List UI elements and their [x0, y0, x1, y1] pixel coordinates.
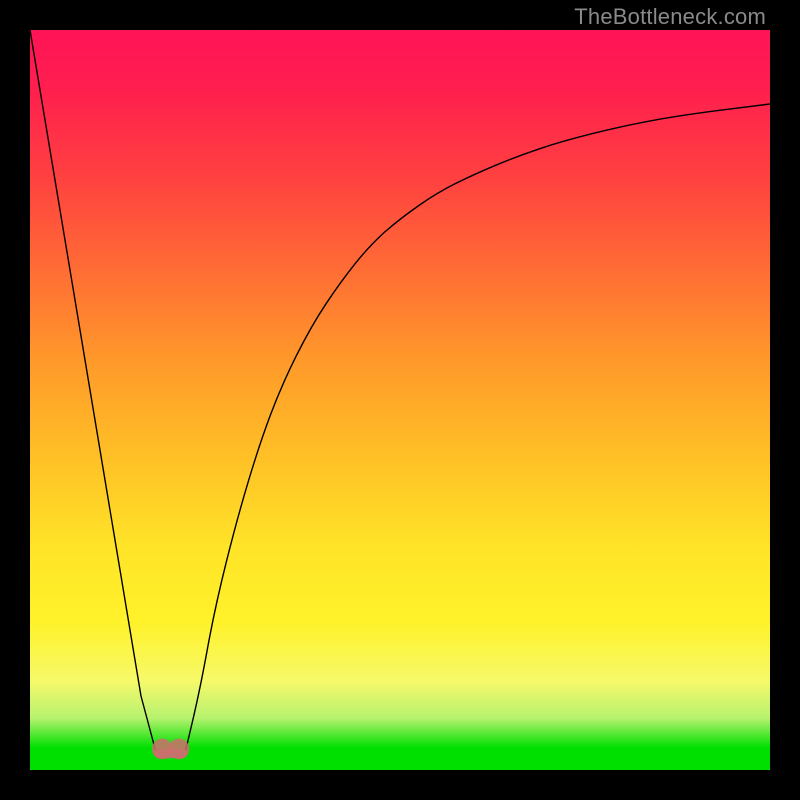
- plot-area: [30, 30, 770, 770]
- curve-left-branch: [30, 30, 156, 752]
- chart-frame: TheBottleneck.com: [0, 0, 800, 800]
- curve-right-branch: [185, 104, 770, 752]
- min-marker: [152, 739, 189, 760]
- curve-svg: [30, 30, 770, 770]
- watermark-text: TheBottleneck.com: [574, 4, 766, 30]
